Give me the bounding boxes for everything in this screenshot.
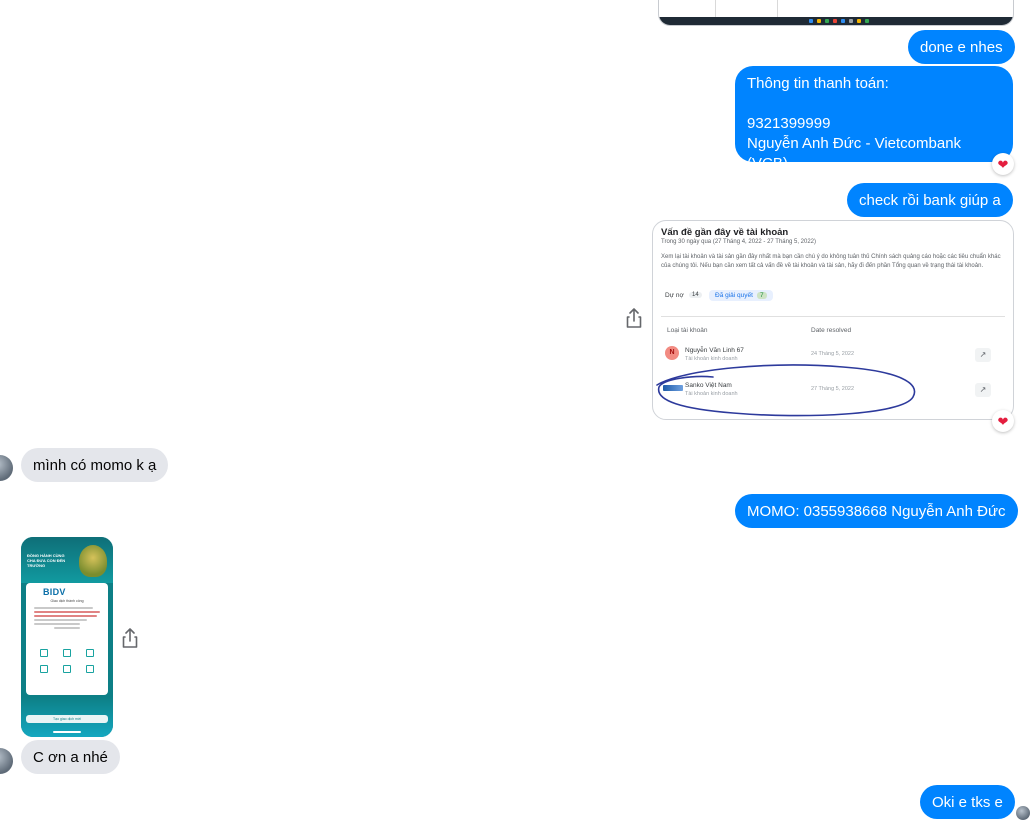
message-text: 9321399999 xyxy=(747,115,831,132)
receipt-actions xyxy=(32,649,102,673)
screenshot-pane xyxy=(779,0,1005,17)
screenshot-subtitle: Trong 30 ngày qua (27 Tháng 4, 2022 - 27… xyxy=(661,239,817,245)
tree-illustration-icon xyxy=(79,545,107,577)
tab-resolved: Đã giải quyết 7 xyxy=(709,290,773,301)
tab-pending-count: 14 xyxy=(689,292,702,298)
screenshot-pane xyxy=(659,0,716,17)
shared-image-bidv-receipt[interactable]: ĐỒNG HÀNH CÙNG CHA ĐƯA CON ĐẾN TRƯỜNG BI… xyxy=(21,537,113,737)
avatar[interactable] xyxy=(0,748,13,774)
receipt-card: BIDV Giao dịch thành công xyxy=(26,583,108,695)
message-outgoing[interactable]: done e nhes xyxy=(908,30,1015,64)
new-transaction-button: Tạo giao dịch mới xyxy=(26,715,108,723)
message-outgoing-payment-info[interactable]: Thông tin thanh toán: 9321399999 Nguyễn … xyxy=(735,66,1013,172)
message-incoming[interactable]: mình có momo k ạ xyxy=(21,448,169,482)
heart-icon: ❤ xyxy=(997,413,1009,429)
message-outgoing[interactable]: check rồi bank giúp a xyxy=(847,183,1013,217)
message-text: Oki e tks e xyxy=(932,794,1003,811)
heart-icon: ❤ xyxy=(997,156,1009,172)
screenshot-pane xyxy=(717,0,778,17)
tab-resolved-label: Đã giải quyết xyxy=(715,292,753,299)
message-text: mình có momo k ạ xyxy=(33,457,157,474)
message-text: MOMO: 0355938668 Nguyễn Anh Đức xyxy=(747,503,1006,520)
column-header-date: Date resolved xyxy=(811,327,852,334)
phone-banner: ĐỒNG HÀNH CÙNG CHA ĐƯA CON ĐẾN TRƯỜNG xyxy=(21,537,113,583)
seen-avatar xyxy=(1016,806,1030,820)
heart-reaction-icon[interactable]: ❤ xyxy=(992,410,1014,432)
receipt-details xyxy=(34,607,100,631)
account-name: Nguyễn Văn Linh 67 xyxy=(685,347,744,354)
external-link-icon: ↗ xyxy=(975,383,991,397)
message-outgoing[interactable]: Oki e tks e xyxy=(920,785,1015,819)
avatar[interactable] xyxy=(0,455,13,481)
divider xyxy=(661,316,1005,317)
shared-image-account-issues[interactable]: Vấn đề gần đây về tài khoản Trong 30 ngà… xyxy=(652,220,1014,420)
message-incoming[interactable]: C ơn a nhé xyxy=(21,740,120,774)
message-outgoing[interactable]: MOMO: 0355938668 Nguyễn Anh Đức xyxy=(735,494,1018,528)
screenshot-taskbar xyxy=(659,17,1013,25)
column-header-account: Loại tài khoản xyxy=(667,327,708,334)
shared-screenshot-top[interactable] xyxy=(658,0,1014,26)
message-text: C ơn a nhé xyxy=(33,749,108,766)
share-icon[interactable] xyxy=(120,627,140,649)
receipt-status: Giao dịch thành công xyxy=(50,599,84,603)
message-text: check rồi bank giúp a xyxy=(859,192,1001,209)
bidv-logo: BIDV xyxy=(43,587,66,597)
external-link-icon: ↗ xyxy=(975,348,991,362)
message-text: Nguyễn Anh Đức - Vietcombank (VCB) xyxy=(747,135,962,172)
home-indicator xyxy=(53,731,81,733)
screenshot-description: Xem lại tài khoản và tài sản gần đây nhấ… xyxy=(661,254,1001,269)
heart-reaction-icon[interactable]: ❤ xyxy=(992,153,1014,175)
message-text: Thông tin thanh toán: xyxy=(747,75,889,92)
tab-pending: Dự nợ xyxy=(665,292,684,299)
screenshot-title: Vấn đề gần đây về tài khoản xyxy=(661,227,789,238)
message-text: done e nhes xyxy=(920,39,1003,56)
banner-text: ĐỒNG HÀNH CÙNG CHA ĐƯA CON ĐẾN TRƯỜNG xyxy=(27,553,66,568)
share-icon[interactable] xyxy=(624,307,644,329)
tab-resolved-count: 7 xyxy=(756,292,767,299)
hand-drawn-circle-annotation xyxy=(656,364,916,417)
